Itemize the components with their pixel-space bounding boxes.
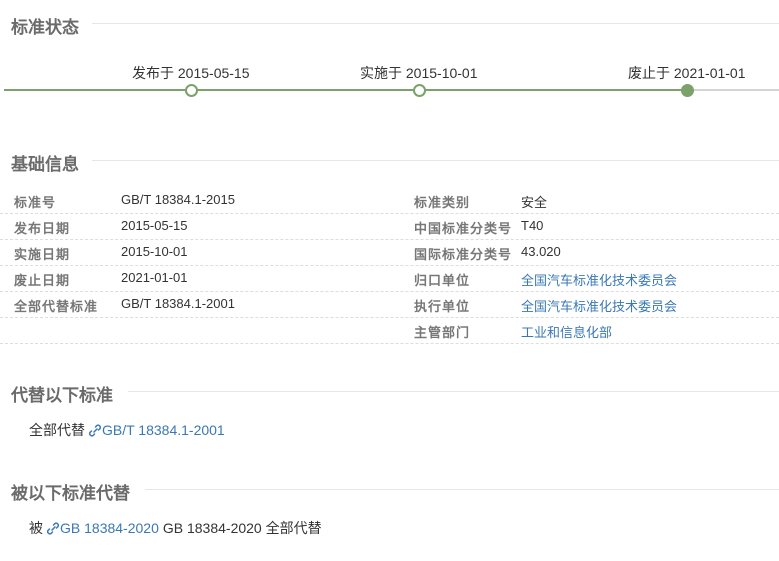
department-link[interactable]: 工业和信息化部 bbox=[521, 322, 612, 341]
replaced-by-line: 被 GB 18384-2020 GB 18384-2020 全部代替 bbox=[29, 518, 322, 538]
timeline-node-implemented bbox=[413, 84, 426, 97]
field-label: 标准类别 bbox=[414, 195, 471, 210]
table-row: 主管部门 工业和信息化部 bbox=[0, 317, 779, 344]
field-value: GB/T 18384.1-2015 bbox=[121, 192, 235, 207]
divider bbox=[92, 23, 779, 24]
section-title-basic-info: 基础信息 bbox=[11, 155, 79, 174]
table-row: 发布日期 2015-05-15 中国标准分类号 T40 bbox=[0, 213, 779, 240]
replaced-standard-link[interactable]: GB/T 18384.1-2001 bbox=[102, 422, 225, 438]
replaced-by-prefix: 被 bbox=[29, 520, 43, 536]
replacing-standard-link[interactable]: GB 18384-2020 bbox=[60, 520, 159, 536]
field-label: 归口单位 bbox=[414, 273, 471, 288]
table-row: 实施日期 2015-10-01 国际标准分类号 43.020 bbox=[0, 239, 779, 266]
timeline-node-abolished bbox=[681, 84, 694, 97]
field-value: 2015-05-15 bbox=[121, 218, 188, 233]
link-icon bbox=[89, 423, 101, 437]
divider bbox=[145, 489, 779, 490]
field-value: GB/T 18384.1-2001 bbox=[121, 296, 235, 311]
committee-link[interactable]: 全国汽车标准化技术委员会 bbox=[521, 270, 677, 289]
section-title-replaced-by: 被以下标准代替 bbox=[11, 484, 130, 503]
field-value: 2021-01-01 bbox=[121, 270, 188, 285]
table-row: 全部代替标准 GB/T 18384.1-2001 执行单位 全国汽车标准化技术委… bbox=[0, 291, 779, 318]
divider bbox=[128, 391, 779, 392]
divider bbox=[92, 160, 779, 161]
field-label: 主管部门 bbox=[414, 325, 471, 340]
link-icon bbox=[47, 521, 59, 535]
table-row: 标准号 GB/T 18384.1-2015 标准类别 安全 bbox=[0, 187, 779, 214]
replaced-by-suffix: GB 18384-2020 全部代替 bbox=[162, 520, 322, 536]
field-label: 全部代替标准 bbox=[14, 299, 99, 314]
replaces-prefix: 全部代替 bbox=[29, 422, 85, 438]
section-title-status: 标准状态 bbox=[11, 18, 79, 37]
field-label: 废止日期 bbox=[14, 273, 71, 288]
section-title-replaces: 代替以下标准 bbox=[11, 386, 113, 405]
field-label: 标准号 bbox=[14, 195, 57, 210]
table-row: 废止日期 2021-01-01 归口单位 全国汽车标准化技术委员会 bbox=[0, 265, 779, 292]
field-value: 2015-10-01 bbox=[121, 244, 188, 259]
timeline-label-abolished: 废止于 2021-01-01 bbox=[628, 65, 746, 81]
field-value: 安全 bbox=[521, 195, 548, 210]
field-value: T40 bbox=[521, 218, 544, 233]
timeline-label-published: 发布于 2015-05-15 bbox=[132, 65, 250, 81]
field-value: 43.020 bbox=[521, 244, 561, 259]
executing-unit-link[interactable]: 全国汽车标准化技术委员会 bbox=[521, 296, 677, 315]
timeline-remaining-line bbox=[687, 89, 779, 91]
field-label: 国际标准分类号 bbox=[414, 247, 513, 262]
timeline-label-implemented: 实施于 2015-10-01 bbox=[360, 65, 478, 81]
timeline-node-published bbox=[185, 84, 198, 97]
field-label: 实施日期 bbox=[14, 247, 71, 262]
timeline-progress-line bbox=[4, 89, 687, 91]
field-label: 中国标准分类号 bbox=[414, 221, 513, 236]
field-label: 发布日期 bbox=[14, 221, 71, 236]
replaces-line: 全部代替 GB/T 18384.1-2001 bbox=[29, 420, 225, 440]
field-label: 执行单位 bbox=[414, 299, 471, 314]
